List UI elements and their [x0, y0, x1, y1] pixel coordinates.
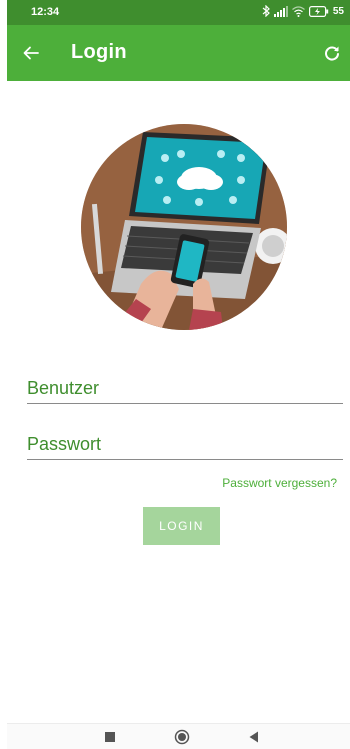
arrow-left-icon: [23, 46, 39, 60]
password-input[interactable]: [27, 434, 343, 455]
status-bar: 12:34 55: [7, 0, 350, 25]
battery-level: 55: [332, 5, 344, 17]
system-nav-bar: [7, 724, 350, 749]
page-title: Login: [71, 41, 127, 63]
password-field[interactable]: [27, 421, 343, 460]
hero-image: [81, 124, 287, 330]
nav-back-button[interactable]: [243, 729, 265, 745]
status-icons: 55: [262, 5, 344, 17]
back-triangle-icon: [249, 731, 258, 743]
forgot-password-link[interactable]: Passwort vergessen?: [222, 476, 337, 490]
recents-button[interactable]: [99, 729, 121, 745]
back-button[interactable]: [17, 39, 45, 67]
status-time: 12:34: [31, 6, 60, 18]
app-bar: Login: [7, 25, 350, 81]
refresh-button[interactable]: [318, 39, 346, 67]
bluetooth-icon: [262, 5, 270, 17]
username-input[interactable]: [27, 378, 343, 399]
recents-square-icon: [105, 732, 115, 742]
login-button[interactable]: LOGIN: [143, 507, 220, 545]
refresh-icon: [325, 46, 339, 61]
home-circle-icon: [174, 729, 190, 745]
home-button[interactable]: [171, 729, 193, 745]
phone-screen: 12:34 55 Login Benutzer Passwort vergess…: [7, 0, 350, 749]
username-field[interactable]: [27, 365, 343, 404]
battery-charging-icon: [308, 5, 329, 17]
wifi-icon: [291, 5, 305, 17]
signal-icon: [273, 5, 288, 17]
